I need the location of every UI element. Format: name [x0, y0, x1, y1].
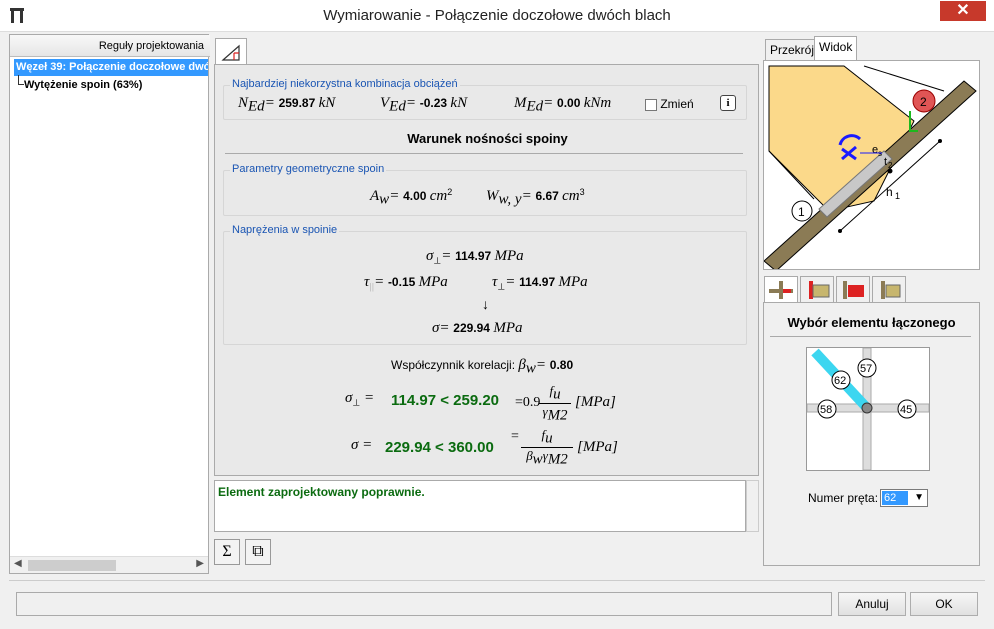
tree-node-weld-utilization[interactable]: Wytężenie spoin (63%) [18, 75, 143, 91]
ok-button[interactable]: OK [910, 592, 978, 616]
weld-stress-legend: Naprężenia w spoinie [230, 224, 340, 236]
tree-connector-line [18, 75, 24, 85]
svg-text:h: h [886, 185, 893, 199]
joint-drawing: h 1 e s t 2 1 2 [763, 65, 977, 272]
tab-view[interactable]: Widok [814, 36, 858, 61]
joint-view: h 1 e s t 2 1 2 [763, 60, 980, 272]
correlation-value: 0.80 [549, 358, 574, 372]
tree-header[interactable]: Reguły projektowania [10, 35, 210, 57]
svg-text:1: 1 [895, 191, 900, 201]
check-sigma-equals: = [511, 429, 519, 444]
results-panel: Najbardziej niekorzystna kombinacja obci… [214, 64, 759, 476]
sigma-formula: σ= 229.94 MPa [432, 320, 523, 336]
sum-button[interactable]: Σ [214, 539, 240, 565]
tau-perp-formula: τ⊥= 114.97 MPa [492, 274, 588, 292]
section-heading: Warunek nośności spoiny [407, 131, 568, 146]
weld-stress-group: Naprężenia w spoinie σ⊥= 114.97 MPa τ||=… [223, 224, 747, 345]
copy-button[interactable]: ⧉ [245, 539, 271, 565]
tree-horizontal-scrollbar[interactable]: ◀ ▶ [10, 556, 208, 573]
component-selection-panel: Wybór elementu łączonego 62 57 58 45 Num… [763, 302, 980, 566]
selection-title: Wybór elementu łączonego [787, 315, 956, 330]
bar-number-value: 62 [882, 491, 908, 505]
load-combination-group: Najbardziej niekorzystna kombinacja obci… [223, 78, 747, 120]
heading-divider [225, 153, 743, 154]
change-checkbox-label: Zmień [660, 97, 694, 111]
cancel-button[interactable]: Anuluj [838, 592, 906, 616]
node-label-57: 57 [860, 363, 872, 375]
chevron-down-icon[interactable]: ▼ [914, 492, 924, 503]
scroll-left-icon[interactable]: ◀ [14, 558, 22, 569]
bar-number-select[interactable]: 62 ▼ [880, 489, 928, 507]
correlation-row: Współczynnik korelacji: βw= 0.80 [391, 357, 574, 377]
component-plate-icon [809, 281, 830, 299]
info-button[interactable]: i [720, 95, 736, 111]
node-label-62: 62 [834, 375, 846, 387]
message-scrollbar[interactable] [746, 480, 759, 532]
med-value: 0.00 [557, 96, 581, 110]
close-button[interactable]: ✕ [940, 1, 986, 21]
tau-perp-value: 114.97 [519, 275, 556, 289]
scroll-right-icon[interactable]: ▶ [196, 558, 204, 569]
component-endplate-icon [843, 281, 864, 299]
svg-text:t: t [884, 156, 887, 168]
check-sigma-perp: σ⊥ = [345, 390, 375, 408]
tab-section[interactable]: Przekrój [765, 39, 820, 61]
tab-component-3[interactable] [836, 276, 870, 303]
result-arrow: ↓ [482, 296, 489, 312]
check-sigma-perp-result: 114.97 < 259.20 [391, 392, 500, 409]
tab-component-1[interactable] [764, 276, 798, 304]
weld-geometry-legend: Parametry geometryczne spoin [230, 163, 387, 175]
tree-node-label: Wytężenie spoin (63%) [24, 79, 143, 91]
bar-number-label: Numer pręta: [808, 491, 879, 505]
aw-value: 4.00 [403, 189, 427, 203]
scrollbar-thumb[interactable] [28, 560, 116, 571]
change-checkbox[interactable]: Zmień [645, 97, 694, 111]
view-marker-1: 1 [798, 205, 805, 219]
tree-node-joint[interactable]: Węzeł 39: Połączenie doczołowe dwóch bla… [14, 59, 208, 76]
design-tree: Reguły projektowania Węzeł 39: Połączeni… [9, 34, 210, 574]
ww-value: 6.67 [535, 189, 559, 203]
node-label-58: 58 [820, 404, 832, 416]
component-weld-icon [769, 281, 793, 299]
tab-component-2[interactable] [800, 276, 834, 303]
node-label-45: 45 [900, 404, 912, 416]
med-formula: MEd= 0.00 kNm [514, 95, 612, 115]
footer-divider [9, 580, 985, 581]
status-message: Element zaprojektowany poprawnie. [214, 480, 746, 532]
check-sigma-result: 229.94 < 360.00 [385, 439, 494, 456]
ned-value: 259.87 [278, 96, 316, 110]
ned-formula: NEd= 259.87 kN [238, 95, 336, 115]
svg-text:2: 2 [888, 161, 893, 170]
check-sigma: σ = [351, 437, 373, 453]
check-sigma-fraction: fu βwγM2 [521, 427, 573, 469]
ved-formula: VEd= -0.23 kN [380, 95, 468, 115]
tau-par-formula: τ||= -0.15 MPa [364, 274, 448, 292]
tau-par-value: -0.15 [387, 275, 416, 289]
weld-geometry-group: Parametry geometryczne spoin Aw= 4.00 cm… [223, 163, 747, 216]
sigma-perp-value: 114.97 [455, 249, 492, 263]
title-bar: Wymiarowanie - Połączenie doczołowe dwóc… [0, 0, 994, 32]
load-combination-legend: Najbardziej niekorzystna kombinacja obci… [230, 78, 460, 90]
tab-weld-check[interactable] [215, 38, 247, 66]
check-sigma-perp-fraction: fu γM2 [539, 383, 571, 425]
status-bar [16, 592, 832, 616]
ww-formula: Ww, y= 6.67 cm3 [486, 187, 585, 208]
tab-component-4[interactable] [872, 276, 906, 303]
change-checkbox-box[interactable] [645, 98, 657, 111]
weld-triangle-icon [221, 44, 240, 61]
selection-diagram[interactable]: 62 57 58 45 [806, 347, 930, 471]
aw-formula: Aw= 4.00 cm2 [370, 187, 453, 208]
window-title: Wymiarowanie - Połączenie doczołowe dwóc… [323, 7, 671, 24]
view-marker-2: 2 [920, 95, 927, 109]
component-column-icon [881, 281, 901, 299]
selection-divider [770, 336, 971, 337]
ved-value: -0.23 [419, 96, 448, 110]
check-sigma-unit: [MPa] [577, 439, 618, 455]
node-diagram-svg: 62 57 58 45 [806, 347, 930, 471]
sigma-perp-formula: σ⊥= 114.97 MPa [426, 248, 524, 266]
correlation-label: Współczynnik korelacji: [391, 358, 516, 372]
check-sigma-perp-factor: =0.9 [515, 395, 541, 410]
sigma-value: 229.94 [453, 321, 490, 335]
check-sigma-perp-unit: [MPa] [575, 394, 616, 410]
